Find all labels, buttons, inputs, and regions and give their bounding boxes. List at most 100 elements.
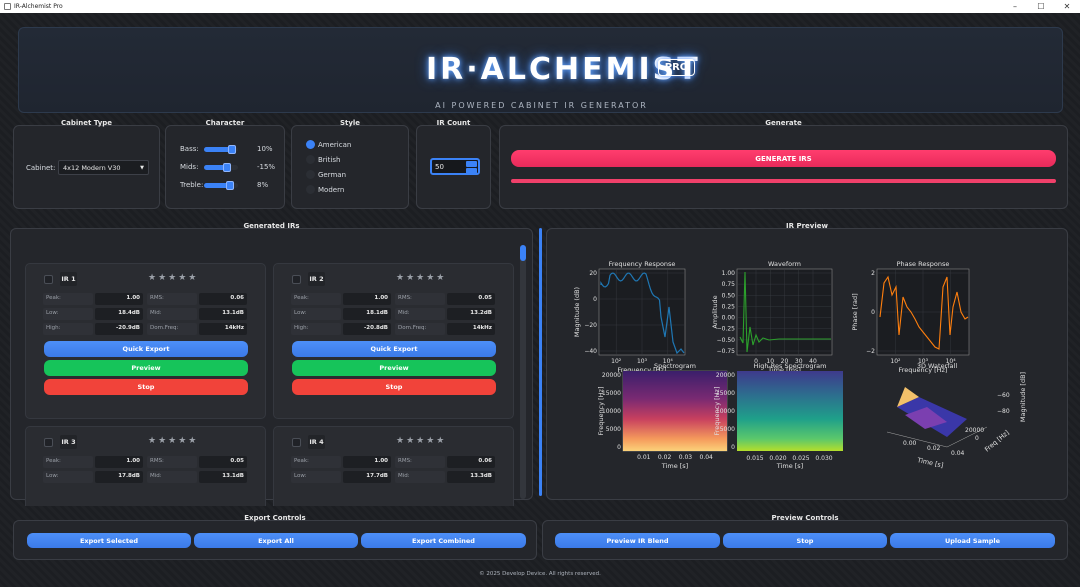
ir-preview-panel: IR Preview Frequency Response Frequency [… xyxy=(546,222,1068,500)
waterfall-xtick: 0.00 xyxy=(903,440,917,447)
irs-scrollbar[interactable] xyxy=(520,245,526,499)
wave-plot-ytick: 0.25 xyxy=(722,303,736,310)
scrollbar-thumb[interactable] xyxy=(520,245,526,261)
preview-title: IR Preview xyxy=(786,222,828,230)
close-button[interactable]: ✕ xyxy=(1054,0,1080,13)
export-panel: Export Controls Export Selected Export A… xyxy=(13,514,537,560)
stat-label-low: Low: xyxy=(43,471,93,483)
treble-slider-handle[interactable] xyxy=(226,181,234,190)
rating-stars[interactable]: ★★★★★ xyxy=(148,273,198,283)
cabinet-value: 4x12 Modern V30 xyxy=(63,164,121,172)
wave-plot-ytick: −0.25 xyxy=(717,326,736,333)
stat-label-low: Low: xyxy=(291,308,341,320)
wave-plot-ytick: 0.75 xyxy=(722,281,736,288)
stop-button[interactable]: Stop xyxy=(44,379,248,395)
rating-stars[interactable]: ★★★★★ xyxy=(396,273,446,283)
treble-slider[interactable] xyxy=(204,181,238,190)
stop-button[interactable]: Stop xyxy=(292,379,496,395)
mids-value: -15% xyxy=(257,163,276,171)
ir-select-checkbox[interactable] xyxy=(292,275,301,284)
spec-plot-ytick: 20000 xyxy=(602,372,621,379)
ir-preview-plots: Frequency ResponseFrequency [Hz]Magnitud… xyxy=(573,260,1027,470)
stat-value-mid: 13.3dB xyxy=(447,471,495,483)
stat-value-mid: 13.1dB xyxy=(199,471,247,483)
generate-title: Generate xyxy=(765,119,802,127)
ir-select-checkbox[interactable] xyxy=(44,275,53,284)
stat-label-rms: RMS: xyxy=(395,293,445,305)
style-radio-german[interactable] xyxy=(306,170,315,179)
splitter-handle[interactable] xyxy=(539,228,542,496)
cabinet-select[interactable]: 4x12 Modern V30 ▼ xyxy=(58,160,149,175)
freq-plot-title: Frequency Response xyxy=(609,260,676,268)
maximize-button[interactable]: ☐ xyxy=(1028,0,1054,13)
rating-stars[interactable]: ★★★★★ xyxy=(148,436,198,446)
style-radio-american[interactable] xyxy=(306,140,315,149)
minimize-button[interactable]: – xyxy=(1002,0,1028,13)
phase-plot-ylabel: Phase [rad] xyxy=(851,293,859,330)
stat-label-low: Low: xyxy=(43,308,93,320)
stat-value-peak: 1.00 xyxy=(343,293,391,305)
wave-plot-ytick: 1.00 xyxy=(722,270,736,277)
stat-value-low: 18.1dB xyxy=(343,308,391,320)
spec-plot-title: Spectrogram xyxy=(654,362,696,370)
waterfall-ytick: 0 xyxy=(975,435,979,442)
stat-label-mid: Mid: xyxy=(147,471,197,483)
freq-plot-ylabel: Magnitude (dB) xyxy=(573,287,581,337)
stat-label-high: High: xyxy=(291,323,341,335)
stat-value-high: -20.8dB xyxy=(343,323,391,335)
export-combined-button[interactable]: Export Combined xyxy=(361,533,526,548)
rating-stars[interactable]: ★★★★★ xyxy=(396,436,446,446)
generate-progress-bar xyxy=(511,179,1056,183)
style-radio-modern[interactable] xyxy=(306,185,315,194)
wave-plot-ytick: −0.75 xyxy=(717,348,736,355)
ir-select-checkbox[interactable] xyxy=(292,438,301,447)
preview-stop-button[interactable]: Stop xyxy=(723,533,887,548)
mids-slider-handle[interactable] xyxy=(223,163,231,172)
spec-plot-ytick: 5000 xyxy=(606,426,621,433)
hires-plot-ytick: 10000 xyxy=(716,408,735,415)
phase-plot-ytick: 0 xyxy=(871,309,875,316)
hires-plot-ytick: 0 xyxy=(731,444,735,451)
preview-button[interactable]: Preview xyxy=(292,360,496,376)
spec-plot-xtick: 0.01 xyxy=(637,454,651,461)
waterfall-ztick: −60 xyxy=(997,392,1010,399)
pro-badge: PRO xyxy=(658,59,695,76)
freq-plot-xtick: 10² xyxy=(611,358,622,365)
chevron-down-icon: ▼ xyxy=(140,165,144,171)
style-panel: Style American British German Modern xyxy=(291,119,409,209)
stat-value-low: 18.4dB xyxy=(95,308,143,320)
stat-label-mid: Mid: xyxy=(147,308,197,320)
quick-export-button[interactable]: Quick Export xyxy=(44,341,248,357)
upload-sample-button[interactable]: Upload Sample xyxy=(890,533,1055,548)
spin-up-icon[interactable] xyxy=(466,161,477,167)
window-title: IR-Alchemist Pro xyxy=(14,3,63,10)
export-title: Export Controls xyxy=(244,514,306,522)
stat-label-rms: RMS: xyxy=(395,456,445,468)
bass-slider[interactable] xyxy=(204,145,238,154)
bass-slider-handle[interactable] xyxy=(228,145,236,154)
waterfall-zlabel: Magnitude [dB] xyxy=(1019,372,1027,422)
style-radio-british[interactable] xyxy=(306,155,315,164)
spec-plot-ytick: 0 xyxy=(617,444,621,451)
hires-spectrogram-image xyxy=(737,371,843,451)
stat-label-peak: Peak: xyxy=(43,456,93,468)
spectrogram-image xyxy=(623,371,727,451)
preview-ir-blend-button[interactable]: Preview IR Blend xyxy=(555,533,720,548)
waterfall-xlabel: Time [s] xyxy=(916,456,945,470)
generate-irs-button[interactable]: GENERATE IRS xyxy=(511,150,1056,167)
hires-plot-ytick: 15000 xyxy=(716,390,735,397)
spec-plot-ytick: 15000 xyxy=(602,390,621,397)
mids-slider[interactable] xyxy=(204,163,238,172)
spin-down-icon[interactable] xyxy=(466,168,477,174)
quick-export-button[interactable]: Quick Export xyxy=(292,341,496,357)
ir-name: IR 1 xyxy=(60,272,77,286)
preview-controls-title: Preview Controls xyxy=(771,514,839,522)
ircount-spinbox[interactable]: 50 xyxy=(430,158,480,175)
ir-name: IR 4 xyxy=(308,435,325,449)
preview-button[interactable]: Preview xyxy=(44,360,248,376)
ir-select-checkbox[interactable] xyxy=(44,438,53,447)
generated-title: Generated IRs xyxy=(243,222,300,230)
export-selected-button[interactable]: Export Selected xyxy=(27,533,191,548)
spec-plot-xtick: 0.03 xyxy=(679,454,693,461)
export-all-button[interactable]: Export All xyxy=(194,533,358,548)
